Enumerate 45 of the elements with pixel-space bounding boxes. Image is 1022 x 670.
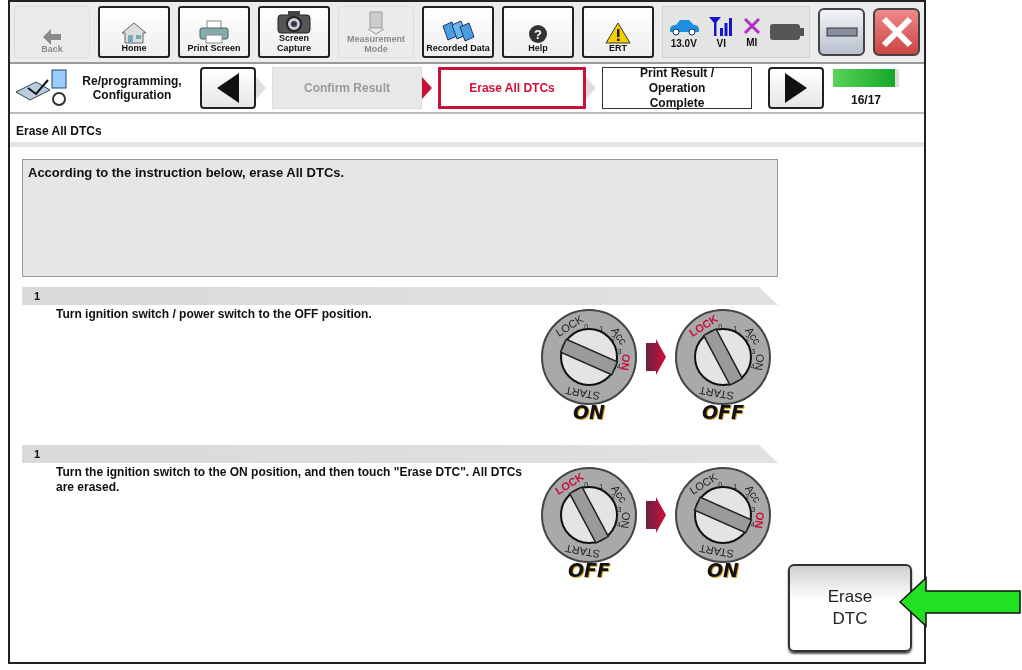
close-button[interactable]: [873, 8, 920, 56]
progress-count: 16/17: [851, 93, 881, 107]
warning-icon: [605, 21, 631, 44]
folders-icon: [441, 19, 475, 44]
minimize-button[interactable]: [818, 8, 865, 56]
mode-label: Re/programming, Configuration: [81, 73, 183, 103]
step-text: Turn ignition switch / power switch to the OFF position.: [56, 307, 373, 323]
right-arrow-icon: [646, 497, 666, 533]
right-triangle-icon: [785, 73, 807, 103]
toolbar-button[interactable]: Screen Capture: [258, 6, 330, 58]
left-triangle-icon: [217, 73, 239, 103]
toolbar-button[interactable]: Home: [98, 6, 170, 58]
switch-caption: OFF: [567, 559, 611, 581]
camera-icon: [277, 10, 311, 35]
right-arrow-icon: [646, 339, 666, 375]
toolbar-button[interactable]: ERT: [582, 6, 654, 58]
page-title: Erase All DTCs: [16, 124, 102, 138]
previous-button[interactable]: [200, 67, 256, 109]
minimize-icon: [825, 27, 858, 37]
house-icon: [121, 21, 147, 44]
battery-icon: [770, 24, 805, 40]
switch-caption: ON: [706, 559, 740, 581]
help-icon: ?: [528, 23, 548, 44]
printer-icon: [198, 19, 230, 44]
step-number: 1: [34, 448, 41, 460]
left-arrow-icon: [43, 28, 61, 45]
toolbar-button[interactable]: ? Help: [502, 6, 574, 58]
switch-caption: ON: [572, 401, 606, 423]
status-label: VI: [716, 37, 726, 49]
close-icon: [879, 15, 914, 49]
erase-dtc-button[interactable]: Erase DTC: [788, 564, 912, 652]
status-label: MI: [746, 36, 758, 48]
step-tab[interactable]: Print Result / Operation Complete: [602, 67, 752, 109]
step-tab[interactable]: Erase All DTCs: [438, 67, 586, 109]
signal-icon: [709, 15, 734, 36]
switch-caption: OFF: [701, 401, 745, 423]
next-button[interactable]: [768, 67, 824, 109]
status-label: 13.0V: [670, 37, 697, 49]
step-number: 1: [34, 290, 41, 302]
instruction-text: According to the instruction below, erase All DTCs.: [28, 165, 345, 180]
toolbar-button[interactable]: Print Screen: [178, 6, 250, 58]
cross-icon: [742, 16, 761, 35]
step-text: Turn the ignition switch to the ON position, and then touch "Erase DTC". All DTCs are erased.: [56, 465, 524, 496]
meter-icon: [367, 11, 385, 36]
toolbar-button[interactable]: Recorded Data: [422, 6, 494, 58]
